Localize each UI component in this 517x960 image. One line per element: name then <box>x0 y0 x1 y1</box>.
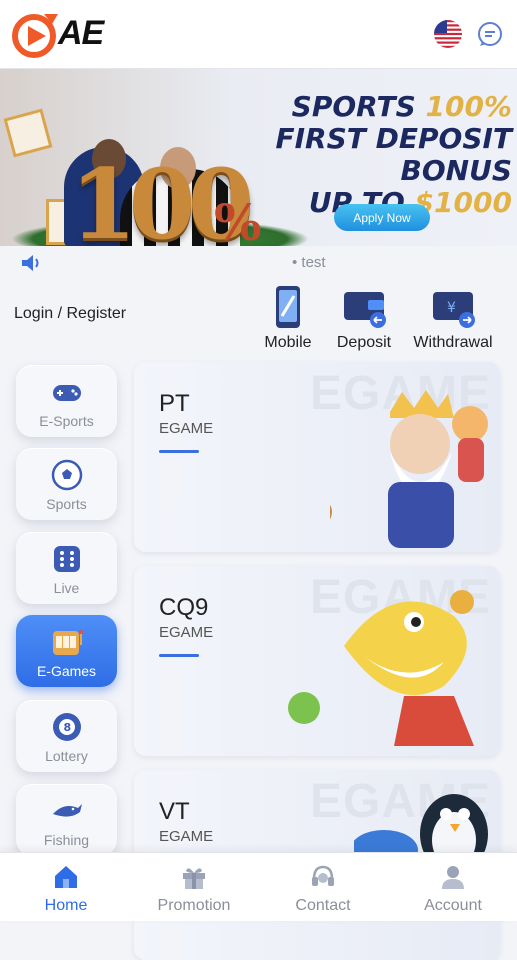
quick-action-deposit[interactable]: Deposit <box>332 284 396 352</box>
quick-action-mobile[interactable]: Mobile <box>260 284 316 352</box>
logo[interactable]: AE <box>10 8 130 60</box>
game-title: CQ9 <box>159 594 209 621</box>
wallet-withdrawal-icon: ¥ <box>433 292 475 328</box>
game-title: PT <box>159 390 190 417</box>
slot-machine-icon <box>53 630 83 655</box>
quick-action-label: Deposit <box>336 334 392 351</box>
headset-icon <box>312 865 334 886</box>
home-icon <box>55 866 77 888</box>
promo-banner[interactable]: 100 % SPORTS 100% FIRST DEPOSIT BONUS UP… <box>0 69 517 246</box>
sidebar-item-sports[interactable]: Sports <box>16 448 117 520</box>
tab-label: Contact <box>295 897 351 914</box>
sidebar-item-esports[interactable]: E-Sports <box>16 365 117 437</box>
speaker-icon <box>20 254 42 272</box>
sidebar-item-live[interactable]: Live <box>16 532 117 604</box>
shark-character-art <box>288 590 474 746</box>
sidebar-item-label: Sports <box>46 496 87 512</box>
app-header: AE <box>0 0 517 69</box>
quick-action-label: Mobile <box>264 334 312 351</box>
game-title: VT <box>159 798 190 825</box>
gift-box-icon <box>3 108 53 158</box>
lottery-ball-icon: 8 <box>53 713 81 741</box>
sidebar-item-label: E-Sports <box>39 413 94 429</box>
banner-big-percent: % <box>214 193 262 246</box>
title-underline <box>159 450 199 453</box>
user-icon <box>442 866 464 889</box>
banner-headline: SPORTS 100% FIRST DEPOSIT BONUS UP TO $1… <box>275 90 513 219</box>
apply-now-button[interactable]: Apply Now <box>334 204 430 231</box>
tab-label: Account <box>424 897 482 914</box>
game-subtitle: EGAME <box>159 420 214 437</box>
sidebar-item-label: Fishing <box>43 832 90 848</box>
mobile-phone-icon <box>276 286 300 328</box>
king-character-art <box>330 390 488 548</box>
penguin-character-art <box>354 794 488 854</box>
quick-action-withdrawal[interactable]: ¥ Withdrawal <box>410 284 496 352</box>
tab-contact[interactable]: Contact <box>273 853 373 921</box>
quick-action-label: Withdrawal <box>413 334 493 351</box>
tab-promotion[interactable]: Promotion <box>144 853 244 921</box>
game-subtitle: EGAME <box>159 624 214 641</box>
gift-icon <box>183 868 205 889</box>
tab-account[interactable]: Account <box>403 853 503 921</box>
sidebar-item-egames[interactable]: E-Games <box>16 615 117 687</box>
bottom-nav: Home Promotion Contact Account <box>0 852 517 921</box>
gamepad-icon <box>53 385 81 401</box>
svg-text:¥: ¥ <box>447 300 456 316</box>
title-underline <box>159 654 199 657</box>
logo-text: AE <box>58 14 104 52</box>
sidebar-item-lottery[interactable]: 8 Lottery <box>16 700 117 772</box>
sidebar-item-label: E-Games <box>36 663 97 679</box>
dice-icon <box>54 546 80 572</box>
login-register-link[interactable]: Login / Register <box>14 305 126 323</box>
tab-home[interactable]: Home <box>16 853 116 921</box>
sidebar-item-label: Lottery <box>45 748 88 764</box>
tab-label: Home <box>44 897 88 914</box>
tab-label: Promotion <box>157 897 231 914</box>
notice-marquee: • test <box>292 254 326 271</box>
shark-icon <box>53 804 82 817</box>
game-card-cq9[interactable]: EGAME CQ9 EGAME <box>134 566 500 756</box>
soccer-ball-icon <box>51 459 83 491</box>
game-card-pt[interactable]: EGAME PT EGAME <box>134 362 500 552</box>
logo-mark-icon <box>12 14 58 58</box>
us-flag-icon[interactable] <box>434 20 462 48</box>
notice-text: test <box>301 254 326 271</box>
sidebar-item-fishing[interactable]: Fishing <box>16 784 117 856</box>
chat-bubble-icon[interactable] <box>477 21 503 47</box>
svg-text:8: 8 <box>64 721 72 734</box>
sidebar-item-label: Live <box>53 580 80 596</box>
game-subtitle: EGAME <box>159 828 214 845</box>
wallet-deposit-icon <box>344 292 386 328</box>
